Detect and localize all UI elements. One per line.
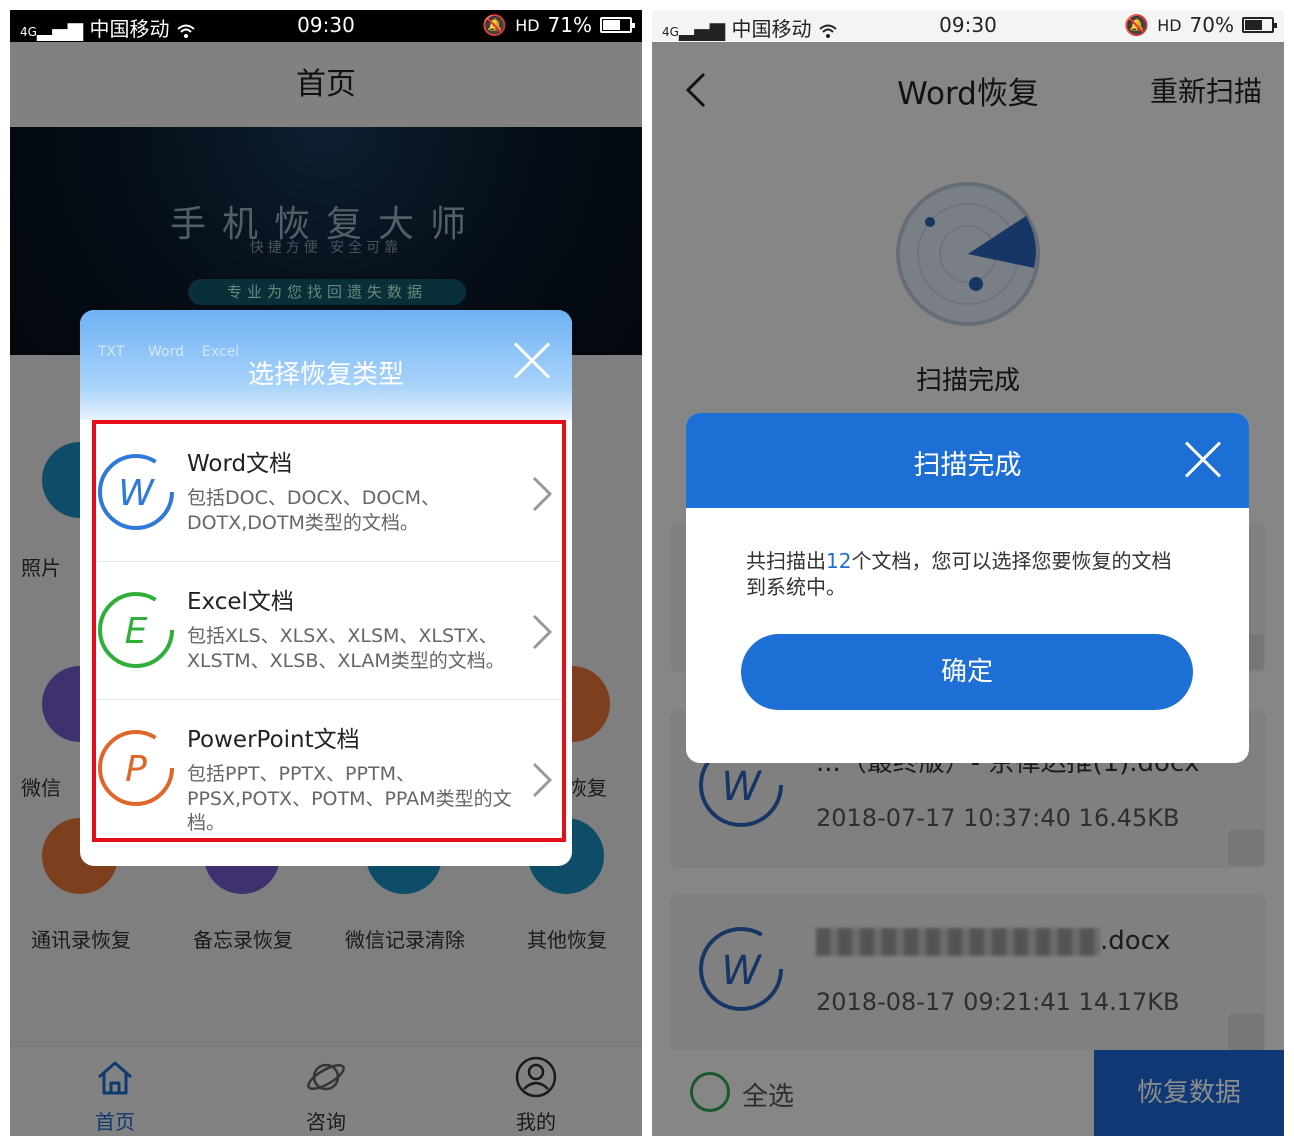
powerpoint-icon: P bbox=[98, 730, 174, 806]
hd-call-icon: HD bbox=[1157, 15, 1182, 35]
battery-icon bbox=[1242, 17, 1277, 33]
type-name: PowerPoint文档 bbox=[187, 727, 360, 753]
close-icon[interactable] bbox=[512, 340, 552, 380]
battery-percent: 70% bbox=[1189, 13, 1234, 37]
mute-icon: 🔕 bbox=[482, 13, 508, 37]
dialog-title: 选择恢复类型 bbox=[247, 360, 404, 390]
chevron-right-icon bbox=[532, 476, 553, 512]
type-name: Word文档 bbox=[187, 451, 293, 477]
type-desc: 包括DOC、DOCX、DOCM、DOTX,DOTM类型的文档。 bbox=[187, 487, 440, 534]
svg-text:E: E bbox=[125, 611, 148, 652]
confirm-button[interactable]: 确定 bbox=[741, 634, 1193, 710]
svg-text:W: W bbox=[118, 473, 155, 514]
excel-icon: E bbox=[98, 592, 174, 668]
right-screen: 4G▂▄▆ 中国移动 09:30 🔕 HD 70% Word恢复 重新扫描 扫描… bbox=[652, 10, 1284, 1136]
status-bar: 4G▂▄▆ 中国移动 09:30 🔕 HD 70% bbox=[652, 10, 1284, 42]
hd-call-icon: HD bbox=[515, 15, 540, 35]
dialog-title: 扫描完成 bbox=[913, 450, 1022, 481]
type-desc: 包括XLS、XLSX、XLSM、XLSTX、XLSTM、XLSB、XLAM类型的… bbox=[187, 625, 505, 672]
scan-count: 12 bbox=[826, 549, 852, 573]
recovery-type-list: W Word文档 包括DOC、DOCX、DOCM、DOTX,DOTM类型的文档。… bbox=[92, 420, 566, 842]
type-name: Excel文档 bbox=[187, 589, 294, 615]
dialog-header: 扫描完成 bbox=[686, 413, 1249, 508]
battery-percent: 71% bbox=[547, 13, 592, 37]
close-icon[interactable] bbox=[1185, 441, 1221, 477]
svg-text:P: P bbox=[125, 749, 147, 790]
dialog-header: TXT Word Excel 选择恢复类型 bbox=[80, 310, 572, 420]
recovery-type-dialog: TXT Word Excel 选择恢复类型 W Word文档 包括DOC、DOC… bbox=[80, 310, 572, 866]
status-bar: 4G▂▄▆ 中国移动 09:30 🔕 HD 71% bbox=[10, 10, 642, 42]
chevron-right-icon bbox=[532, 762, 553, 798]
dialog-message: 共扫描出12个文档，您可以选择您要恢复的文档到系统中。 bbox=[746, 549, 1172, 599]
word-icon: W bbox=[98, 454, 174, 530]
type-item-powerpoint[interactable]: P PowerPoint文档 包括PPT、PPTX、PPTM、PPSX,POTX… bbox=[96, 700, 562, 838]
type-item-word[interactable]: W Word文档 包括DOC、DOCX、DOCM、DOTX,DOTM类型的文档。 bbox=[96, 424, 562, 562]
mute-icon: 🔕 bbox=[1124, 13, 1150, 37]
type-item-excel[interactable]: E Excel文档 包括XLS、XLSX、XLSM、XLSTX、XLSTM、XL… bbox=[96, 562, 562, 700]
battery-icon bbox=[600, 17, 635, 33]
scan-complete-dialog: 扫描完成 共扫描出12个文档，您可以选择您要恢复的文档到系统中。 确定 bbox=[686, 413, 1249, 763]
left-screen: 4G▂▄▆ 中国移动 09:30 🔕 HD 71% 首页 手机恢复大师 快捷方便… bbox=[10, 10, 642, 1136]
chevron-right-icon bbox=[532, 614, 553, 650]
type-desc: 包括PPT、PPTX、PPTM、PPSX,POTX、POTM、PPAM类型的文档… bbox=[187, 763, 512, 835]
